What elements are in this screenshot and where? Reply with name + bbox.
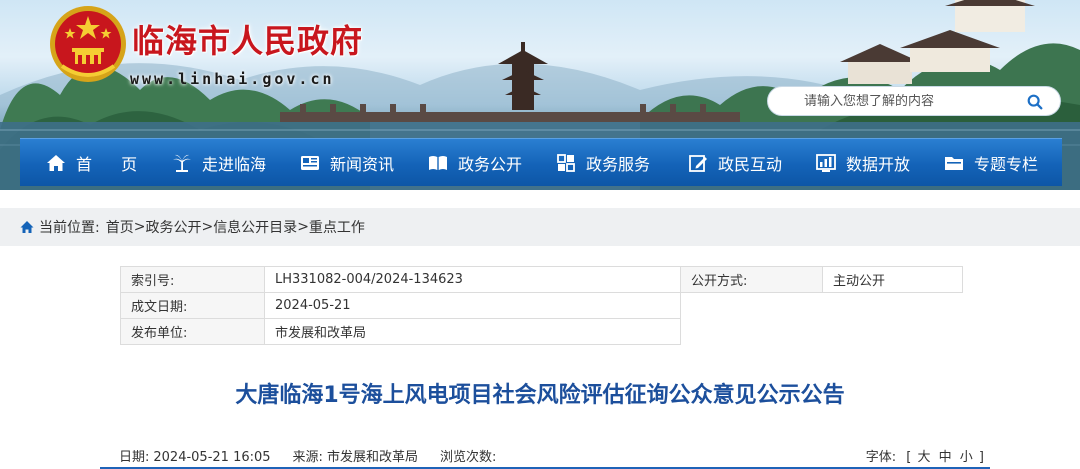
- date-value: 2024-05-21: [264, 292, 681, 319]
- chart-icon: [816, 153, 836, 172]
- nav-item-open-data[interactable]: 数据开放: [816, 139, 928, 187]
- national-emblem-icon: [50, 6, 126, 82]
- search-icon[interactable]: [1026, 93, 1044, 111]
- breadcrumb-item-gov-open[interactable]: 政务公开: [145, 217, 201, 237]
- nav-item-gov-service[interactable]: 政务服务: [556, 139, 672, 187]
- document-meta-table: 索引号: LH331082-004/2024-134623 公开方式: 主动公开…: [120, 266, 963, 345]
- index-value: LH331082-004/2024-134623: [264, 266, 681, 293]
- font-small-button[interactable]: 小: [958, 450, 975, 465]
- nav-label-about: 走进临海: [202, 154, 267, 174]
- bracket-open: [: [906, 450, 912, 465]
- table-row: 发布单位: 市发展和改革局: [120, 318, 963, 345]
- search-box: [767, 86, 1061, 116]
- nav-item-topics[interactable]: 专题专栏: [944, 139, 1056, 187]
- main-nav: 首 页 走进临海 新闻资讯 政务公开 政务服务 政民互动 数据开放 专题专栏: [20, 138, 1062, 186]
- search-input[interactable]: [804, 93, 1024, 109]
- nav-item-gov-open[interactable]: 政务公开: [428, 139, 540, 187]
- nav-item-interaction[interactable]: 政民互动: [688, 139, 800, 187]
- publisher-value: 市发展和改革局: [264, 318, 681, 345]
- font-size-control: 字体: [ 大 中 小 ]: [866, 446, 990, 465]
- table-row: 索引号: LH331082-004/2024-134623 公开方式: 主动公开: [120, 266, 963, 293]
- page: 临海市人民政府 www.linhai.gov.cn 首 页 走进临海: [0, 0, 1080, 469]
- breadcrumb-prefix: 当前位置:: [39, 220, 100, 236]
- public-mode-value: 主动公开: [822, 266, 963, 293]
- publish-date: 2024-05-21 16:05: [153, 450, 271, 465]
- date-label: 日期:: [119, 450, 150, 465]
- breadcrumb-separator: >: [297, 219, 309, 235]
- publisher-label: 发布单位:: [120, 318, 265, 345]
- breadcrumb-home-icon: [20, 221, 34, 233]
- service-grid-icon: [557, 153, 575, 172]
- breadcrumb: 当前位置: 首页 > 政务公开 > 信息公开目录 > 重点工作: [0, 208, 1080, 246]
- breadcrumb-item-key-work[interactable]: 重点工作: [309, 217, 365, 237]
- edit-icon: [689, 154, 707, 172]
- public-mode-label: 公开方式:: [680, 266, 823, 293]
- nav-label-gov-open: 政务公开: [458, 154, 523, 174]
- font-size-label: 字体:: [865, 450, 897, 465]
- nav-item-home[interactable]: 首 页: [46, 139, 154, 187]
- folder-icon: [945, 156, 963, 170]
- font-large-button[interactable]: 大: [915, 450, 932, 465]
- article-info: 日期: 2024-05-21 16:05 来源: 市发展和改革局 浏览次数:: [100, 446, 500, 465]
- empty-cell: [681, 293, 963, 319]
- nav-item-news[interactable]: 新闻资讯: [300, 139, 412, 187]
- nav-label-home: 首 页: [76, 154, 150, 174]
- site-url: www.linhai.gov.cn: [130, 70, 335, 88]
- bracket-close: ]: [978, 450, 984, 465]
- nav-label-gov-service: 政务服务: [586, 154, 651, 174]
- newspaper-icon: [301, 155, 319, 170]
- breadcrumb-item-catalog[interactable]: 信息公开目录: [213, 217, 297, 237]
- nav-label-topics: 专题专栏: [974, 154, 1039, 174]
- site-title: 临海市人民政府: [132, 22, 364, 60]
- index-label: 索引号:: [120, 266, 265, 293]
- open-book-icon: [429, 155, 447, 170]
- empty-cell: [681, 319, 963, 345]
- view-count-label: 浏览次数:: [439, 450, 497, 465]
- font-medium-button[interactable]: 中: [937, 450, 954, 465]
- nav-item-about[interactable]: 走进临海: [172, 139, 282, 187]
- nav-label-news: 新闻资讯: [330, 154, 395, 174]
- nav-label-interaction: 政民互动: [718, 154, 783, 174]
- palm-tree-icon: [173, 154, 191, 172]
- breadcrumb-item-home[interactable]: 首页: [106, 217, 134, 237]
- breadcrumb-separator: >: [133, 219, 146, 235]
- date-label: 成文日期:: [120, 292, 265, 319]
- article-title: 大唐临海1号海上风电项目社会风险评估征询公众意见公示公告: [235, 383, 845, 408]
- breadcrumb-separator: >: [201, 219, 214, 235]
- table-row: 成文日期: 2024-05-21: [120, 292, 963, 319]
- nav-label-open-data: 数据开放: [846, 154, 911, 174]
- source-label: 来源:: [292, 450, 323, 465]
- home-icon: [47, 154, 65, 171]
- source-value: 市发展和改革局: [326, 450, 418, 465]
- article-info-bar: 日期: 2024-05-21 16:05 来源: 市发展和改革局 浏览次数: 字体: […: [100, 444, 990, 469]
